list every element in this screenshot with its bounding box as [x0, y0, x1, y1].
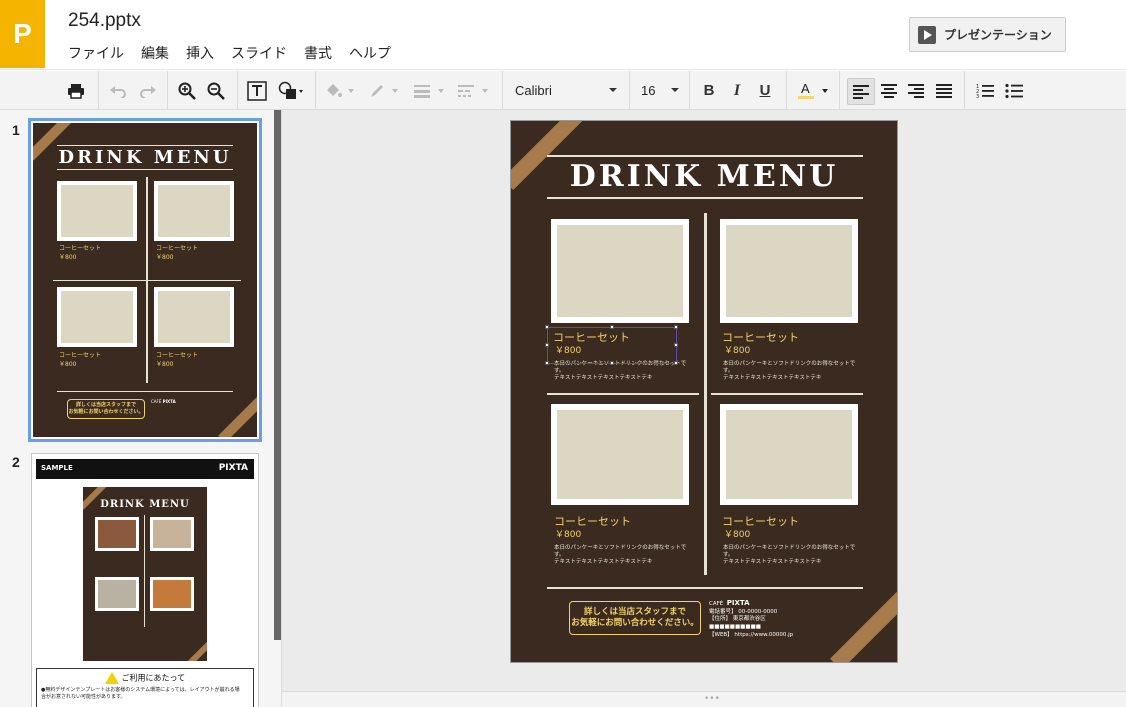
chevron-down-icon	[609, 88, 617, 92]
menu-slide[interactable]: スライド	[231, 43, 287, 63]
numbered-list-icon[interactable]: 123	[973, 71, 997, 110]
item-price[interactable]: ￥800	[724, 527, 750, 540]
title-rule	[547, 155, 863, 157]
present-label: プレゼンテーション	[944, 28, 1052, 42]
notice-line-2: 合がお意されない可能性があります。	[41, 694, 126, 700]
text-selection-box[interactable]	[545, 325, 678, 365]
font-size-value: 16	[641, 82, 656, 98]
print-icon[interactable]	[63, 71, 89, 110]
align-left-icon[interactable]	[847, 78, 875, 105]
fill-color-icon[interactable]	[322, 71, 358, 110]
sample-label: SAMPLE	[41, 464, 73, 472]
thumb2-header: SAMPLE PIXTA	[36, 459, 254, 479]
menu-file[interactable]: ファイル	[68, 43, 124, 63]
notice-title: ご利用にあたって	[121, 673, 186, 683]
align-center-icon[interactable]	[878, 71, 900, 110]
line-color-icon[interactable]	[366, 71, 402, 110]
warning-icon	[104, 672, 119, 684]
menu-bar: ファイル 編集 挿入 スライド 書式 ヘルプ	[68, 43, 408, 63]
wood-stripe	[829, 587, 897, 662]
font-family-select[interactable]: Calibri	[515, 79, 617, 101]
document-title[interactable]: 254.pptx	[68, 10, 141, 32]
slide-title[interactable]: DRINK MENU	[511, 159, 897, 194]
slide-thumbnail-1[interactable]: DRINK MENU コーヒーセット ￥800 コーヒーセット ￥800 コーヒ…	[28, 118, 262, 442]
item-description[interactable]: 本日のパンケーキとソフトドリンクのお得なセットです。 テキストテキストテキストテキ…	[554, 361, 694, 382]
app-window: P 254.pptx ファイル 編集 挿入 スライド 書式 ヘルプ プレゼンテー…	[0, 0, 1126, 707]
item-description[interactable]: 本日のパンケーキとソフトドリンクのお得なセットです。 テキストテキストテキストテキ…	[723, 545, 863, 566]
photo-placeholder[interactable]	[720, 219, 858, 323]
menu-format[interactable]: 書式	[304, 43, 332, 63]
chevron-down-icon	[671, 88, 679, 92]
notice-line-1: ●無料デザインテンプレートはお客様のシステム環境によっては、レイアウトが崩れる場	[41, 687, 240, 693]
thumb1-slide: DRINK MENU コーヒーセット ￥800 コーヒーセット ￥800 コーヒ…	[33, 123, 257, 437]
photo-placeholder[interactable]	[551, 219, 689, 323]
text-box-icon[interactable]	[245, 71, 269, 110]
footer-rule	[547, 587, 863, 589]
item-price[interactable]: ￥800	[555, 527, 581, 540]
underline-icon[interactable]: U	[754, 71, 776, 110]
line-weight-icon[interactable]	[410, 71, 448, 110]
line-dash-icon[interactable]	[454, 71, 492, 110]
slide-number: 1	[12, 122, 20, 138]
bold-icon[interactable]: B	[698, 71, 720, 110]
zoom-out-icon[interactable]	[204, 71, 228, 110]
photo-placeholder[interactable]	[720, 404, 858, 505]
bulleted-list-icon[interactable]	[1002, 71, 1026, 110]
italic-icon[interactable]: I	[726, 71, 748, 110]
panel-scrollbar[interactable]	[274, 110, 281, 640]
resize-handle-icon[interactable]: •••	[704, 694, 720, 704]
app-header: P 254.pptx ファイル 編集 挿入 スライド 書式 ヘルプ プレゼンテー…	[0, 0, 1126, 70]
vertical-divider	[704, 213, 707, 575]
app-logo[interactable]: P	[0, 0, 45, 68]
photo-placeholder[interactable]	[551, 404, 689, 505]
pixta-logo: PIXTA	[218, 463, 248, 473]
title-rule	[547, 197, 863, 199]
item-price[interactable]: ￥800	[724, 343, 750, 356]
slide-1[interactable]: DRINK MENU コーヒーセット ￥800 本日のパンケーキとソフトドリンク…	[510, 120, 898, 663]
menu-help[interactable]: ヘルプ	[349, 43, 391, 63]
item-description[interactable]: 本日のパンケーキとソフトドリンクのお得なセットです。 テキストテキストテキストテキ…	[554, 545, 694, 566]
notes-resize-bar[interactable]: •••	[282, 691, 1126, 707]
redo-icon[interactable]	[136, 71, 160, 110]
font-family-value: Calibri	[515, 82, 552, 98]
horizontal-divider	[711, 393, 863, 395]
thumb2-preview: DRINK MENU	[83, 487, 207, 661]
menu-edit[interactable]: 編集	[141, 43, 169, 63]
slide-canvas: DRINK MENU コーヒーセット ￥800 本日のパンケーキとソフトドリンク…	[282, 110, 1126, 693]
thumb1-title: DRINK MENU	[58, 147, 232, 168]
align-justify-icon[interactable]	[933, 71, 955, 110]
usage-notice: ご利用にあたって ●無料デザインテンプレートはお客様のシステム環境によっては、レ…	[36, 668, 254, 707]
undo-icon[interactable]	[106, 71, 130, 110]
slides-panel: 1 DRINK MENU コーヒーセット ￥800 コーヒーセット ￥800 コ…	[0, 110, 282, 707]
svg-text:3: 3	[976, 94, 979, 99]
present-button[interactable]: プレゼンテーション	[909, 17, 1066, 52]
play-icon	[918, 25, 936, 44]
cafe-info[interactable]: CAFÉ PIXTA 電話番号】 00-0000-0000 【住所】 東京都渋谷…	[709, 599, 793, 640]
text-color-icon[interactable]: A	[794, 71, 830, 110]
slide-number: 2	[12, 454, 20, 470]
slide-thumbnail-2[interactable]: SAMPLE PIXTA DRINK MENU ご利用にあたって ●無料デザイン…	[31, 453, 259, 707]
shape-icon[interactable]	[272, 71, 310, 110]
zoom-in-icon[interactable]	[175, 71, 199, 110]
svg-text:A: A	[801, 81, 810, 96]
toolbar: Calibri 16 B I U A 123	[0, 71, 1126, 110]
menu-insert[interactable]: 挿入	[186, 43, 214, 63]
horizontal-divider	[547, 393, 699, 395]
item-description[interactable]: 本日のパンケーキとソフトドリンクのお得なセットです。 テキストテキストテキストテキ…	[723, 361, 863, 382]
font-size-select[interactable]: 16	[641, 79, 679, 101]
align-right-icon[interactable]	[905, 71, 927, 110]
info-box[interactable]: 詳しくは当店スタッフまで お気軽にお問い合わせください。	[569, 601, 701, 635]
